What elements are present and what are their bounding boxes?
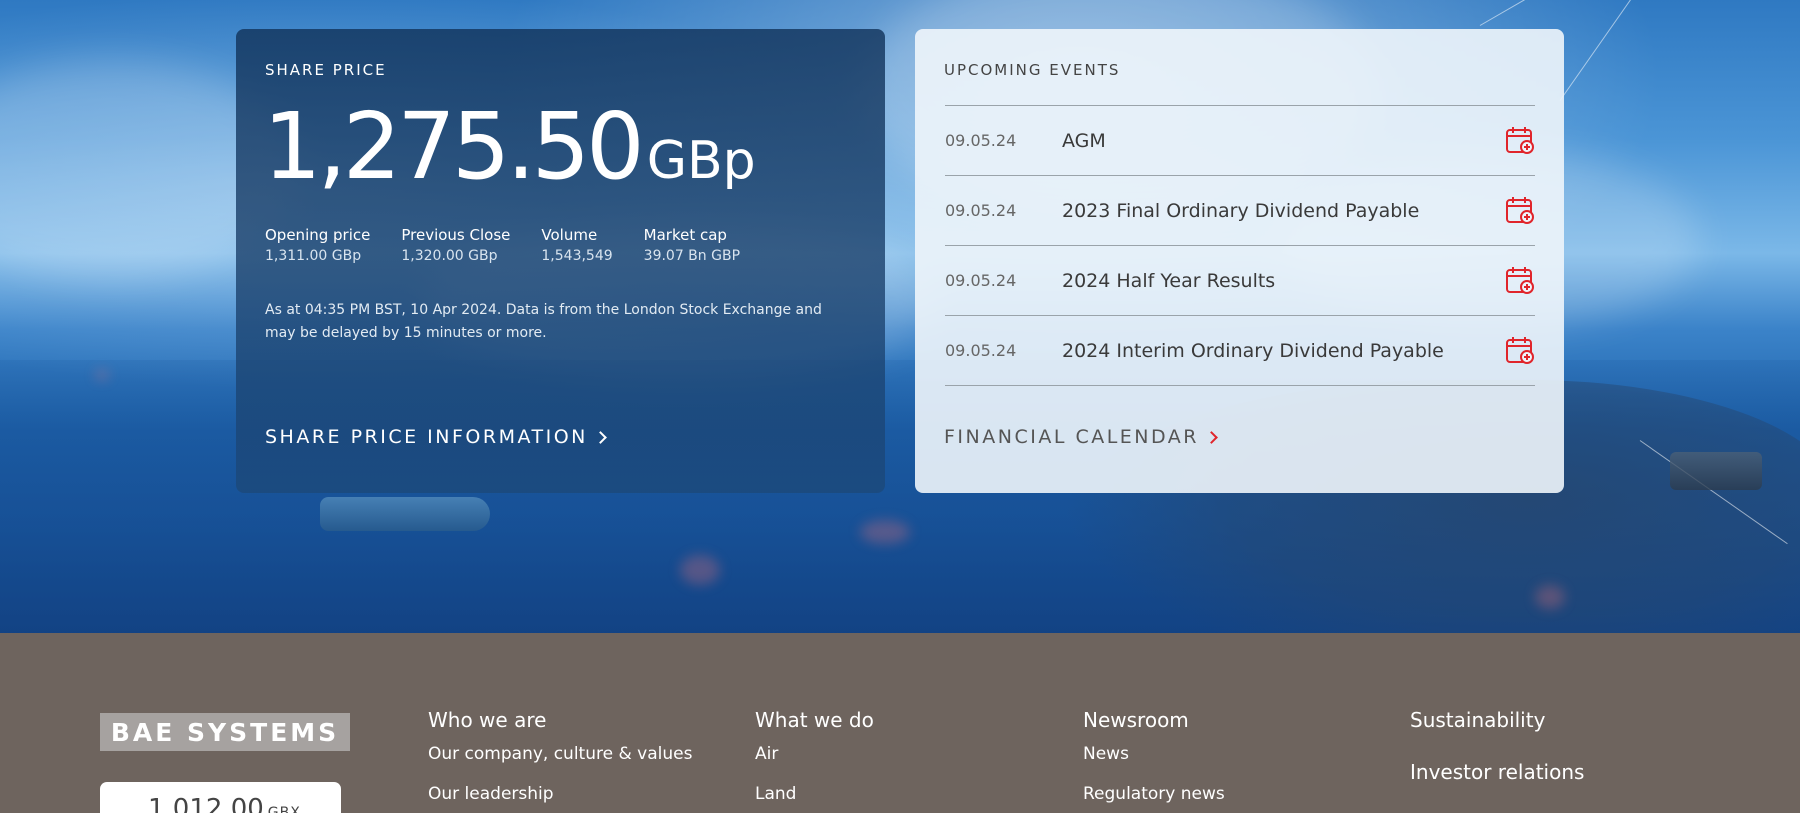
share-price-information-link[interactable]: SHARE PRICE INFORMATION (265, 426, 607, 448)
stat-label: Previous Close (401, 226, 511, 244)
event-row: 09.05.24 AGM (945, 106, 1535, 176)
stat-opening-price: Opening price 1,311.00 GBp (265, 225, 370, 267)
event-row: 09.05.24 2024 Interim Ordinary Dividend … (945, 316, 1535, 386)
share-price-unit: GBp (646, 131, 756, 191)
bae-systems-logo[interactable]: BAE SYSTEMS (100, 713, 350, 751)
footer-column-sustainability: Sustainability Investor relations (1410, 706, 1584, 786)
stat-label: Market cap (643, 226, 727, 244)
stat-volume: Volume 1,543,549 (541, 225, 612, 267)
event-date: 09.05.24 (945, 201, 1017, 220)
ticker-unit: GBX (267, 805, 301, 813)
event-name: AGM (1062, 129, 1106, 152)
ticker-value: 1,012.00 (148, 794, 264, 813)
footer-link-our-company[interactable]: Our company, culture & values (428, 742, 692, 766)
share-price-ticker[interactable]: 1,012.00 GBX (100, 782, 341, 813)
calendar-add-icon[interactable] (1505, 125, 1535, 155)
footer-heading-sustainability[interactable]: Sustainability (1410, 706, 1584, 734)
event-name: 2023 Final Ordinary Dividend Payable (1062, 199, 1420, 222)
event-name: 2024 Half Year Results (1062, 269, 1276, 292)
stat-previous-close: Previous Close 1,320.00 GBp (401, 225, 510, 267)
financial-calendar-label: FINANCIAL CALENDAR (944, 426, 1200, 448)
footer-heading-newsroom[interactable]: Newsroom (1083, 706, 1225, 734)
submarine-graphic (320, 497, 490, 531)
stat-label: Opening price (265, 226, 371, 244)
calendar-add-icon[interactable] (1505, 335, 1535, 365)
page: SHARE PRICE 1,275.50 GBp Opening price 1,… (0, 0, 1800, 813)
event-row: 09.05.24 2024 Half Year Results (945, 246, 1535, 316)
footer: BAE SYSTEMS 1,012.00 GBX Who we are Our c… (0, 633, 1800, 813)
event-date: 09.05.24 (945, 131, 1017, 150)
calendar-add-icon[interactable] (1505, 195, 1535, 225)
footer-link-land[interactable]: Land (755, 782, 874, 806)
footer-heading-who-we-are[interactable]: Who we are (428, 706, 692, 734)
financial-calendar-link[interactable]: FINANCIAL CALENDAR (944, 426, 1218, 448)
share-price-title: SHARE PRICE (265, 61, 387, 79)
footer-column-newsroom: Newsroom News Regulatory news (1083, 706, 1225, 813)
share-price-disclaimer: As at 04:35 PM BST, 10 Apr 2024. Data is… (265, 302, 822, 341)
footer-heading-investor-relations[interactable]: Investor relations (1410, 758, 1584, 786)
stat-market-cap: Market cap 39.07 Bn GBP (644, 225, 740, 267)
tank-graphic (1670, 452, 1762, 490)
footer-heading-what-we-do[interactable]: What we do (755, 706, 874, 734)
events-list: 09.05.24 AGM 09.05.24 2023 Final Ordinar… (945, 105, 1535, 386)
stat-value: 1,320.00 GBp (401, 248, 498, 264)
chevron-right-icon (594, 431, 607, 444)
share-price-value: 1,275.50 (263, 93, 645, 200)
footer-link-news[interactable]: News (1083, 742, 1225, 766)
footer-column-what-we-do: What we do Air Land (755, 706, 874, 813)
footer-link-air[interactable]: Air (755, 742, 874, 766)
footer-link-our-leadership[interactable]: Our leadership (428, 782, 692, 806)
calendar-add-icon[interactable] (1505, 265, 1535, 295)
share-stats: Opening price 1,311.00 GBp Previous Clos… (265, 225, 771, 267)
chevron-right-icon (1205, 431, 1218, 444)
stat-label: Volume (541, 226, 598, 244)
stat-value: 39.07 Bn GBP (643, 248, 741, 264)
footer-link-regulatory-news[interactable]: Regulatory news (1083, 782, 1225, 806)
share-price-display: 1,275.50 GBp (263, 101, 756, 193)
event-date: 09.05.24 (945, 271, 1017, 290)
stat-value: 1,311.00 GBp (265, 248, 362, 264)
event-date: 09.05.24 (945, 341, 1017, 360)
upcoming-events-card: UPCOMING EVENTS 09.05.24 AGM 09.05.24 20… (915, 29, 1564, 493)
share-price-information-label: SHARE PRICE INFORMATION (265, 426, 588, 448)
stat-value: 1,543,549 (541, 248, 613, 264)
upcoming-events-title: UPCOMING EVENTS (944, 61, 1121, 79)
event-row: 09.05.24 2023 Final Ordinary Dividend Pa… (945, 176, 1535, 246)
share-price-card: SHARE PRICE 1,275.50 GBp Opening price 1,… (236, 29, 885, 493)
footer-column-who-we-are: Who we are Our company, culture & values… (428, 706, 692, 813)
event-name: 2024 Interim Ordinary Dividend Payable (1062, 339, 1444, 362)
